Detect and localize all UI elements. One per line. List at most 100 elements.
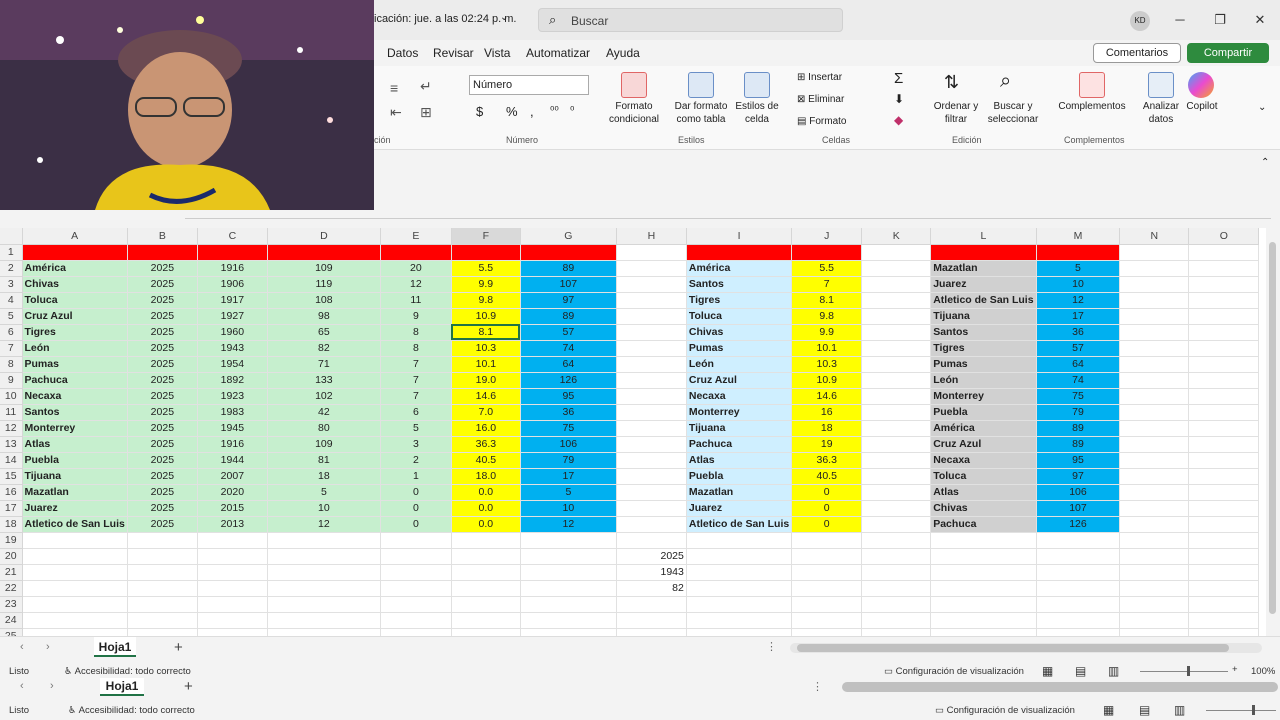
cell[interactable] — [1119, 308, 1190, 325]
main-data-cell[interactable]: 1954 — [197, 356, 268, 373]
calc-cell[interactable]: 2025 — [616, 548, 687, 565]
cell[interactable] — [451, 548, 521, 565]
cell[interactable] — [1188, 260, 1260, 277]
drought-data-cell[interactable]: Cruz Azul — [930, 436, 1037, 453]
cell[interactable] — [686, 548, 793, 565]
main-data-cell[interactable]: 5.5 — [451, 260, 521, 277]
search-input[interactable]: ⌕ Buscar — [538, 8, 843, 32]
cell[interactable] — [1188, 612, 1260, 629]
drought-data-cell[interactable]: Juarez — [930, 276, 1037, 293]
cell[interactable] — [1119, 436, 1190, 453]
cell[interactable] — [1119, 516, 1190, 533]
main-header-cell[interactable]: Títulos — [380, 244, 452, 261]
cell[interactable] — [1188, 420, 1260, 437]
cell[interactable] — [1188, 484, 1260, 501]
comma-icon[interactable]: , — [530, 104, 534, 119]
row-header[interactable]: 16 — [0, 484, 23, 501]
main-data-cell[interactable]: 12 — [520, 516, 617, 533]
row-header[interactable]: 21 — [0, 564, 23, 581]
cell[interactable] — [1036, 628, 1121, 636]
main-header-cell[interactable]: Años sin títulos — [520, 244, 617, 261]
cell[interactable] — [686, 628, 793, 636]
main-data-cell[interactable]: 2025 — [127, 308, 198, 325]
main-data-cell[interactable]: 109 — [267, 436, 381, 453]
cell[interactable] — [1188, 276, 1260, 293]
avatar[interactable]: KD — [1130, 11, 1150, 31]
cell[interactable] — [1119, 244, 1190, 261]
cell[interactable] — [1188, 356, 1260, 373]
horizontal-scroll-thumb[interactable] — [797, 644, 1229, 652]
cell[interactable] — [616, 596, 687, 613]
cell[interactable] — [1188, 308, 1260, 325]
main-data-cell[interactable]: Toluca — [22, 292, 128, 309]
column-header-e[interactable]: E — [380, 228, 452, 245]
add-sheet-button[interactable]: + — [174, 639, 183, 656]
row-header[interactable]: 17 — [0, 500, 23, 517]
main-data-cell[interactable]: 95 — [520, 388, 617, 405]
avg-data-cell[interactable]: Atlas — [686, 452, 793, 469]
cell[interactable] — [197, 564, 268, 581]
autosum-icon[interactable]: Σ — [894, 70, 903, 87]
accessibility-status-secondary[interactable]: ♿ Accesibilidad: todo correcto — [68, 705, 195, 716]
cell[interactable] — [616, 516, 687, 533]
cell[interactable] — [1188, 452, 1260, 469]
cell[interactable] — [616, 308, 687, 325]
drought-data-cell[interactable]: 107 — [1036, 500, 1121, 517]
more-options-icon-secondary[interactable]: ⋮ — [812, 680, 823, 693]
main-data-cell[interactable]: 1916 — [197, 260, 268, 277]
drought-data-cell[interactable]: León — [930, 372, 1037, 389]
cell[interactable] — [1119, 532, 1190, 549]
main-data-cell[interactable]: 71 — [267, 356, 381, 373]
cell[interactable] — [791, 580, 863, 597]
row-header[interactable]: 7 — [0, 340, 23, 357]
drought-data-cell[interactable]: Santos — [930, 324, 1037, 341]
cell[interactable] — [1188, 404, 1260, 421]
cell[interactable] — [861, 436, 932, 453]
avg-data-cell[interactable]: Toluca — [686, 308, 793, 325]
avg-data-cell[interactable]: Monterrey — [686, 404, 793, 421]
main-data-cell[interactable]: 12 — [267, 516, 381, 533]
main-data-cell[interactable]: 89 — [520, 260, 617, 277]
cell[interactable] — [1188, 292, 1260, 309]
main-data-cell[interactable]: Santos — [22, 404, 128, 421]
cell[interactable] — [1119, 468, 1190, 485]
avg-data-cell[interactable]: 10.3 — [791, 356, 863, 373]
main-data-cell[interactable]: 0 — [380, 516, 452, 533]
menu-revisar[interactable]: Revisar — [433, 46, 474, 60]
cell[interactable] — [861, 500, 932, 517]
drought-data-cell[interactable]: 36 — [1036, 324, 1121, 341]
main-data-cell[interactable]: 2025 — [127, 468, 198, 485]
percent-icon[interactable]: % — [506, 104, 518, 119]
main-data-cell[interactable]: 36 — [520, 404, 617, 421]
zoom-slider-secondary[interactable] — [1206, 710, 1276, 711]
cell[interactable] — [380, 580, 452, 597]
main-data-cell[interactable]: 2025 — [127, 260, 198, 277]
chevron-down-icon[interactable]: ⌄ — [500, 12, 508, 23]
cell[interactable] — [1188, 324, 1260, 341]
main-data-cell[interactable]: 82 — [267, 340, 381, 357]
avg-data-cell[interactable]: 19 — [791, 436, 863, 453]
main-data-cell[interactable]: Cruz Azul — [22, 308, 128, 325]
main-data-cell[interactable]: 8 — [380, 340, 452, 357]
cell[interactable] — [686, 580, 793, 597]
cell[interactable] — [861, 260, 932, 277]
cell[interactable] — [22, 612, 128, 629]
cell[interactable] — [616, 420, 687, 437]
main-data-cell[interactable]: 1892 — [197, 372, 268, 389]
drought-data-cell[interactable]: Toluca — [930, 468, 1037, 485]
avg-data-cell[interactable]: 0 — [791, 516, 863, 533]
cell[interactable] — [1188, 548, 1260, 565]
cell[interactable] — [1188, 500, 1260, 517]
cell[interactable] — [1188, 596, 1260, 613]
row-header[interactable]: 24 — [0, 612, 23, 629]
zoom-slider[interactable] — [1140, 671, 1228, 672]
main-header-cell[interactable]: Años de existencia — [267, 244, 381, 261]
cell[interactable] — [1188, 468, 1260, 485]
column-header-i[interactable]: I — [686, 228, 793, 245]
cell[interactable] — [380, 548, 452, 565]
cell[interactable] — [197, 628, 268, 636]
main-data-cell[interactable]: 97 — [520, 292, 617, 309]
grid-body[interactable]: 1 Club Año Actual Fundación Años de existenc… — [0, 244, 1260, 636]
sheet-tab-hoja1-secondary[interactable]: Hoja1 — [100, 678, 144, 696]
main-data-cell[interactable]: 7.0 — [451, 404, 521, 421]
